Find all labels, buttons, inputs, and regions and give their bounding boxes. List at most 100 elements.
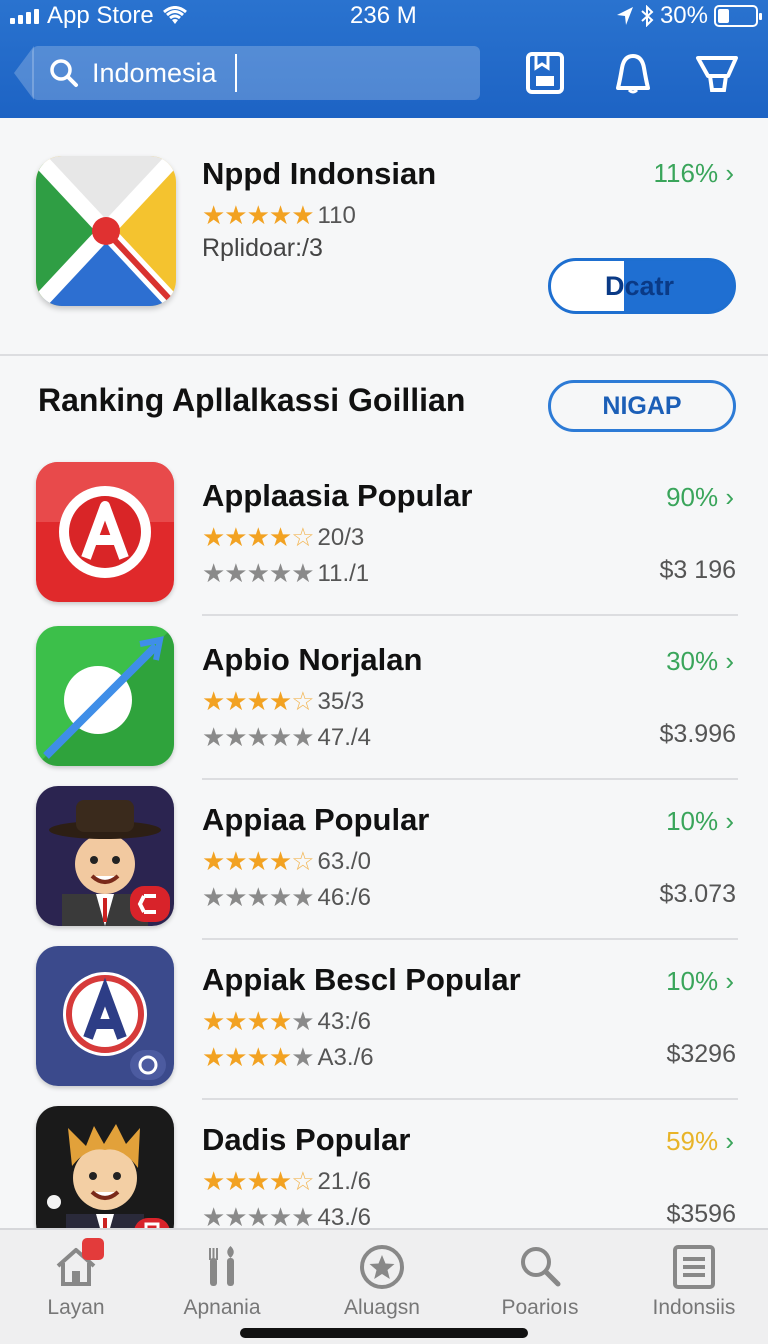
star-rating-icon: ★★★★ ☆ [202, 522, 315, 552]
rating-value: 46:/6 [317, 883, 371, 911]
app-percent-value: 10% [666, 966, 719, 996]
app-icon[interactable] [36, 786, 174, 926]
featured-app-percent: 116% › [654, 158, 734, 189]
tab-poarioıs[interactable]: Poarioıs [480, 1244, 600, 1320]
featured-rating-value: 110 [317, 201, 356, 229]
list-divider [202, 778, 738, 780]
app-percent: 10% › [666, 806, 734, 837]
featured-app-subtitle: Rplidoar:/3 [202, 234, 323, 262]
app-rating-primary: ★★★★ ★ 43:/6 [202, 1006, 371, 1037]
app-list-item[interactable]: Apbio Norjalan ★★★★ ☆ 35/3 ★★★★★ 47./4 30% › $3… [0, 626, 768, 786]
app-rating-primary: ★★★★ ☆ 21./6 [202, 1166, 371, 1197]
battery-percent: 30% [659, 2, 708, 29]
rating-value: 63./0 [317, 847, 371, 875]
tab-label-indonsiis: Indonsiis [652, 1296, 736, 1319]
cart-icon[interactable] [694, 50, 740, 96]
rating-value: 43:/6 [317, 1007, 371, 1035]
search-icon [50, 59, 78, 87]
featured-app-icon[interactable] [36, 156, 176, 306]
list-divider [202, 614, 738, 616]
app-icon[interactable] [36, 1106, 174, 1246]
app-name[interactable]: Appiak Bescl Popular [202, 962, 521, 998]
star-rating-icon: ★★★★ ☆ [202, 686, 315, 716]
app-rating-primary: ★★★★ ☆ 35/3 [202, 686, 364, 717]
tab-label-poarioıs: Poarioıs [501, 1296, 579, 1319]
status-left: App Store [10, 2, 188, 30]
app-percent: 90% › [666, 482, 734, 513]
search-input[interactable]: Indomesia [92, 58, 217, 89]
wifi-icon [162, 6, 187, 24]
star-rating-icon: ★★★★★ [202, 1006, 315, 1036]
tab-label-apnania: Apnania [183, 1296, 261, 1319]
battery-fill [718, 9, 729, 23]
rating-value: 47./4 [317, 723, 371, 751]
app-list-item[interactable]: Applaasia Popular ★★★★ ☆ 20/3 ★★★★★ 11./1 90% … [0, 462, 768, 622]
app-percent: 30% › [666, 646, 734, 677]
star-rating-icon: ★★★★★ [202, 1042, 315, 1072]
app-name[interactable]: Apbio Norjalan [202, 642, 422, 678]
rating-value: 21./6 [317, 1167, 371, 1195]
app-rating-primary: ★★★★ ☆ 20/3 [202, 522, 364, 553]
notification-badge [82, 1238, 104, 1260]
app-price: $3 196 [659, 556, 736, 584]
app-percent-value: 59% [666, 1126, 719, 1156]
app-rating-secondary: ★★★★★ 47./4 [202, 722, 371, 753]
bell-icon[interactable] [610, 50, 656, 96]
top-header: App Store 236 M 30% Indomesia [0, 0, 768, 118]
app-rating-secondary: ★★★★ ★ A3./6 [202, 1042, 374, 1073]
app-icon[interactable] [36, 946, 174, 1086]
bluetooth-icon [641, 5, 654, 27]
tab-layan[interactable]: Layan [16, 1238, 136, 1320]
tab-indonsiis[interactable]: Indonsiis [634, 1244, 754, 1320]
app-price: $3.073 [659, 880, 736, 908]
app-rating-secondary: ★★★★★ 46:/6 [202, 882, 371, 913]
section-action-button[interactable]: NIGAP [548, 380, 736, 432]
chevron-right-icon: › [718, 482, 734, 512]
app-price: $3596 [666, 1200, 736, 1228]
signal-icon [10, 8, 39, 24]
clock: 236 M [350, 2, 417, 29]
rating-value: 11./1 [317, 559, 370, 587]
app-name[interactable]: Applaasia Popular [202, 478, 472, 514]
tools-icon [209, 1246, 234, 1286]
featured-get-button-label: Dcatr [605, 271, 675, 301]
featured-app-card[interactable]: Nppd Indonsian ★★★★★ 110 Rplidoar:/3 116… [0, 120, 768, 356]
bookmark-icon[interactable] [522, 50, 568, 96]
location-icon [616, 7, 633, 25]
chevron-right-icon: › [718, 646, 734, 676]
star-rating-icon: ★★★★★ [202, 882, 315, 912]
star-rating-icon: ★★★★ ☆ [202, 1166, 315, 1196]
app-rating-primary: ★★★★ ☆ 63./0 [202, 846, 371, 877]
app-price: $3296 [666, 1040, 736, 1068]
search-icon [521, 1247, 561, 1287]
rating-value: A3./6 [317, 1043, 374, 1071]
home-indicator [240, 1328, 528, 1338]
tab-label-layan: Layan [47, 1296, 105, 1319]
status-bar: App Store 236 M 30% [0, 0, 768, 34]
status-right: 30% [616, 2, 762, 30]
star-rating-icon: ★★★★★ [202, 722, 315, 752]
app-name[interactable]: Dadis Popular [202, 1122, 410, 1158]
tab-label-aluagsn: Aluagsn [344, 1296, 420, 1319]
app-list-item[interactable]: Appiak Bescl Popular ★★★★ ★ 43:/6 ★★★★ ★ A3./6… [0, 946, 768, 1106]
app-list-item[interactable]: Appiaa Popular ★★★★ ☆ 63./0 ★★★★★ 46:/6 10% › $… [0, 786, 768, 946]
star-rating-icon: ★★★★★ [202, 558, 315, 588]
featured-app-title[interactable]: Nppd Indonsian [202, 156, 436, 192]
star-circle-icon [360, 1245, 404, 1289]
chevron-right-icon: › [718, 806, 734, 836]
tab-apnania[interactable]: Apnania [162, 1244, 282, 1320]
app-name[interactable]: Appiaa Popular [202, 802, 429, 838]
rating-value: 20/3 [317, 523, 365, 551]
carrier-label: App Store [47, 2, 154, 29]
section-title: Ranking Apllalkassi Goillian [38, 382, 466, 418]
app-icon[interactable] [36, 462, 174, 602]
app-icon[interactable] [36, 626, 174, 766]
battery-icon [714, 5, 762, 27]
tab-aluagsn[interactable]: Aluagsn [322, 1244, 442, 1320]
featured-get-button[interactable]: Dcatr [548, 258, 736, 314]
rating-value: 35/3 [317, 687, 365, 715]
back-arrow-icon[interactable] [14, 46, 34, 100]
app-price: $3.996 [659, 720, 736, 748]
search-bar[interactable]: Indomesia [14, 46, 480, 100]
star-rating-icon: ★★★★ ☆ [202, 846, 315, 876]
